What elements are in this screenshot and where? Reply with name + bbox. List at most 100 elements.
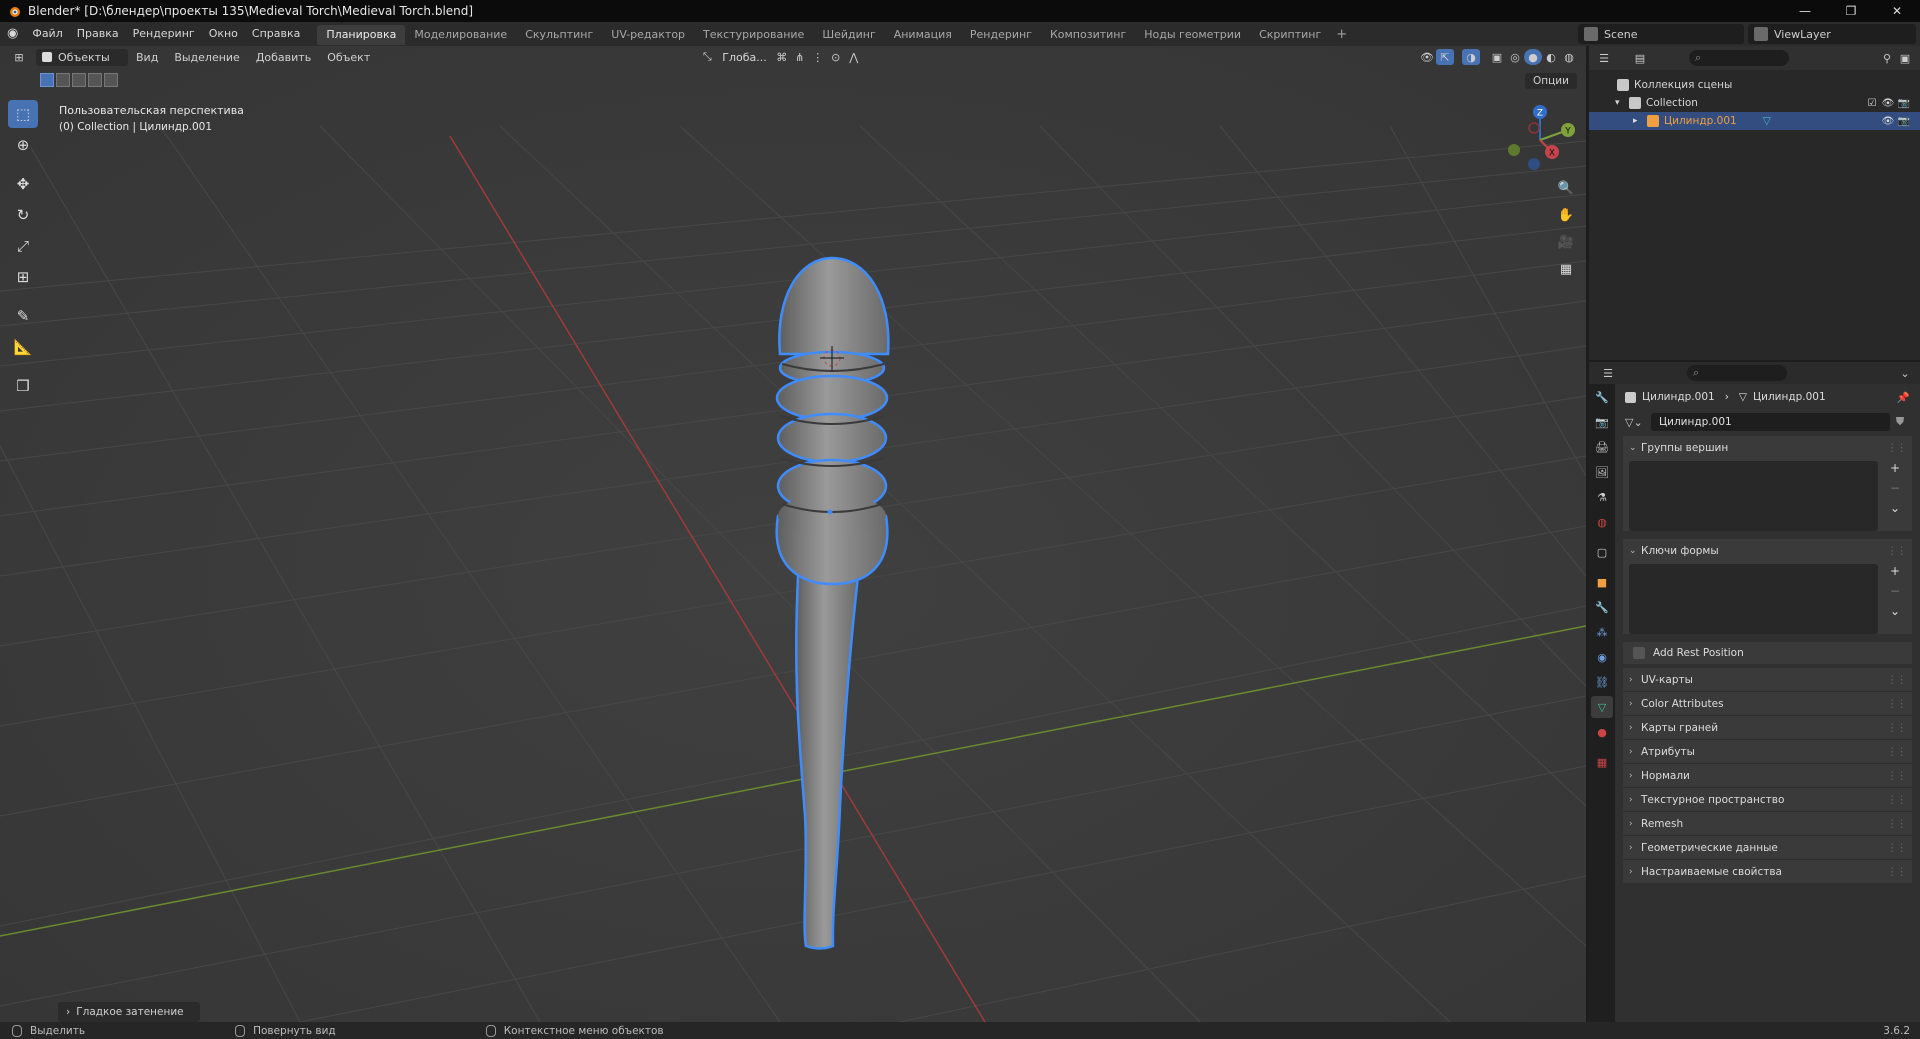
maximize-button[interactable]: ❐ xyxy=(1828,0,1874,22)
menu-edit[interactable]: Правка xyxy=(70,22,126,46)
pivot-point-icon[interactable]: ⌘ xyxy=(773,49,791,65)
select-extend-icon[interactable] xyxy=(56,73,70,87)
camera-render-icon[interactable]: 📷 xyxy=(1896,116,1912,127)
particles-tab-icon[interactable]: ⁂ xyxy=(1591,621,1613,643)
menu-window[interactable]: Окно xyxy=(202,22,245,46)
drag-handle-icon[interactable]: ⋮⋮ xyxy=(1887,794,1907,806)
rotate-tool-icon[interactable]: ↻ xyxy=(8,201,38,229)
render-tab-icon[interactable]: 📷 xyxy=(1591,411,1613,433)
vertex-group-specials-icon[interactable]: ⌄ xyxy=(1886,501,1904,519)
menu-view[interactable]: Вид xyxy=(128,51,166,64)
modifier-tab-icon[interactable]: 🔧 xyxy=(1591,596,1613,618)
measure-tool-icon[interactable]: 📐 xyxy=(8,333,38,361)
drag-handle-icon[interactable]: ⋮⋮ xyxy=(1887,746,1907,758)
tab-uv-editing[interactable]: UV-редактор xyxy=(602,25,694,45)
drag-handle-icon[interactable]: ⋮⋮ xyxy=(1887,698,1907,710)
collection-tab-icon[interactable]: ▢ xyxy=(1591,541,1613,563)
properties-search-input[interactable]: ⌕ xyxy=(1687,365,1787,381)
scene-tab-icon[interactable]: ⚗ xyxy=(1591,486,1613,508)
tree-item-collection[interactable]: ▾ Collection ☑ 👁 📷 xyxy=(1589,94,1920,112)
drag-handle-icon[interactable]: ⋮⋮ xyxy=(1887,674,1907,686)
close-button[interactable]: ✕ xyxy=(1874,0,1920,22)
drag-handle-icon[interactable]: ⋮⋮ xyxy=(1887,818,1907,830)
drag-handle-icon[interactable]: ⋮⋮ xyxy=(1887,722,1907,734)
drag-handle-icon[interactable]: ⋮⋮ xyxy=(1887,545,1907,557)
view-layer-tab-icon[interactable]: 🖼 xyxy=(1591,461,1613,483)
tab-rendering[interactable]: Рендеринг xyxy=(961,25,1041,45)
tab-modeling[interactable]: Моделирование xyxy=(405,25,516,45)
normals-panel[interactable]: › Нормали ⋮⋮ xyxy=(1623,764,1912,787)
minimize-button[interactable]: — xyxy=(1782,0,1828,22)
remesh-panel[interactable]: › Remesh ⋮⋮ xyxy=(1623,812,1912,835)
select-box-tool-icon[interactable]: ⬚ xyxy=(8,100,38,128)
add-rest-position-row[interactable]: Add Rest Position xyxy=(1623,642,1912,664)
snap-target-icon[interactable]: ⋮ xyxy=(809,49,827,65)
collapse-arrow-icon[interactable]: ▾ xyxy=(1615,98,1629,108)
shape-key-specials-icon[interactable]: ⌄ xyxy=(1886,604,1904,622)
solid-shading-icon[interactable]: ● xyxy=(1524,49,1542,65)
cursor-tool-icon[interactable]: ⊕ xyxy=(8,131,38,159)
xray-icon[interactable]: ▣ xyxy=(1488,49,1506,65)
physics-tab-icon[interactable]: ◉ xyxy=(1591,646,1613,668)
attributes-panel[interactable]: › Атрибуты ⋮⋮ xyxy=(1623,740,1912,763)
transform-orientation-dropdown[interactable]: Глоба... xyxy=(716,49,772,66)
exclude-checkbox-icon[interactable]: ☑ xyxy=(1864,98,1880,109)
tree-item-cylinder[interactable]: ▸ Цилиндр.001 ▽ 👁 📷 xyxy=(1589,112,1920,130)
drag-handle-icon[interactable]: ⋮⋮ xyxy=(1887,842,1907,854)
shape-keys-list[interactable] xyxy=(1629,564,1878,634)
object-tab-icon[interactable]: ■ xyxy=(1591,571,1613,593)
move-tool-icon[interactable]: ✥ xyxy=(8,170,38,198)
transform-tool-icon[interactable]: ⊞ xyxy=(8,263,38,291)
scene-selector[interactable]: Scene xyxy=(1578,24,1744,44)
3d-viewport[interactable]: ⊞ Объекты Вид Выделение Добавить Объект … xyxy=(0,46,1586,1022)
world-tab-icon[interactable]: ◍ xyxy=(1591,511,1613,533)
texture-tab-icon[interactable]: ▦ xyxy=(1591,751,1613,773)
chevron-down-icon[interactable]: ⌄ xyxy=(1896,365,1914,381)
ortho-grid-icon[interactable]: ▦ xyxy=(1554,257,1578,281)
shape-keys-header[interactable]: ⌄ Ключи формы ⋮⋮ xyxy=(1623,539,1912,562)
remove-shape-key-button[interactable]: − xyxy=(1886,584,1904,602)
drag-handle-icon[interactable]: ⋮⋮ xyxy=(1887,866,1907,878)
texture-space-panel[interactable]: › Текстурное пространство ⋮⋮ xyxy=(1623,788,1912,811)
tab-scripting[interactable]: Скриптинг xyxy=(1250,25,1330,45)
annotate-tool-icon[interactable]: ✎ xyxy=(8,302,38,330)
menu-object[interactable]: Объект xyxy=(319,51,378,64)
constraints-tab-icon[interactable]: ⛓ xyxy=(1591,671,1613,693)
remove-vertex-group-button[interactable]: − xyxy=(1886,481,1904,499)
mode-dropdown[interactable]: Объекты xyxy=(36,48,128,66)
material-shading-icon[interactable]: ◐ xyxy=(1542,49,1560,65)
custom-properties-panel[interactable]: › Настраиваемые свойства ⋮⋮ xyxy=(1623,860,1912,883)
select-invert-icon[interactable] xyxy=(88,73,102,87)
new-collection-icon[interactable]: ▣ xyxy=(1896,50,1914,66)
snap-icon[interactable]: ⋔ xyxy=(791,49,809,65)
vertex-groups-list[interactable] xyxy=(1629,461,1878,531)
eye-icon[interactable]: 👁 xyxy=(1880,116,1896,127)
blender-menu-icon[interactable]: ◉ xyxy=(0,22,25,46)
add-workspace-button[interactable]: + xyxy=(1330,27,1353,42)
material-tab-icon[interactable]: ● xyxy=(1591,721,1613,743)
tree-item-scene-collection[interactable]: Коллекция сцены xyxy=(1589,76,1920,94)
menu-help[interactable]: Справка xyxy=(245,22,307,46)
select-new-icon[interactable] xyxy=(40,73,54,87)
mesh-data-tab-icon[interactable]: ▽ xyxy=(1591,696,1613,718)
tab-geometry-nodes[interactable]: Ноды геометрии xyxy=(1135,25,1250,45)
eye-icon[interactable]: 👁 xyxy=(1880,98,1896,109)
add-rest-position-checkbox[interactable] xyxy=(1633,647,1645,659)
visibility-icon[interactable]: 👁 xyxy=(1418,49,1436,65)
face-maps-panel[interactable]: › Карты граней ⋮⋮ xyxy=(1623,716,1912,739)
menu-render[interactable]: Рендеринг xyxy=(126,22,202,46)
menu-file[interactable]: Файл xyxy=(25,22,69,46)
tab-compositing[interactable]: Композитинг xyxy=(1041,25,1135,45)
vertex-groups-header[interactable]: ⌄ Группы вершин ⋮⋮ xyxy=(1623,436,1912,459)
menu-add[interactable]: Добавить xyxy=(248,51,319,64)
pan-hand-icon[interactable]: ✋ xyxy=(1554,203,1578,227)
output-tab-icon[interactable]: 🖨 xyxy=(1591,436,1613,458)
gizmo-toggle-icon[interactable]: ⇱ xyxy=(1436,49,1454,65)
pin-icon[interactable]: 📌 xyxy=(1897,391,1910,404)
camera-view-icon[interactable]: 🎥 xyxy=(1554,230,1578,254)
outliner-search-input[interactable]: ⌕ xyxy=(1689,50,1789,66)
wireframe-shading-icon[interactable]: ◎ xyxy=(1506,49,1524,65)
last-operator-panel[interactable]: › Гладкое затенение xyxy=(58,1002,200,1022)
rendered-shading-icon[interactable]: ◍ xyxy=(1560,49,1578,65)
proportional-edit-icon[interactable]: ⊙ xyxy=(827,49,845,65)
